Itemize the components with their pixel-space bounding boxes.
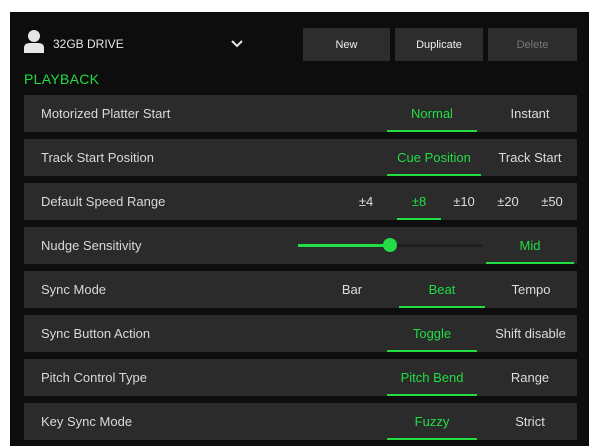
drive-name: 32GB DRIVE bbox=[53, 37, 124, 51]
slider-thumb[interactable] bbox=[383, 238, 397, 252]
header-bar: 32GB DRIVE New Duplicate Delete bbox=[10, 12, 589, 66]
option-tempo[interactable]: Tempo bbox=[488, 271, 574, 308]
setting-row-motorized-platter-start: Motorized Platter Start Normal Instant bbox=[24, 95, 577, 132]
new-button[interactable]: New bbox=[303, 28, 390, 61]
setting-label: Key Sync Mode bbox=[41, 414, 133, 429]
option-strict[interactable]: Strict bbox=[486, 403, 574, 440]
option-cue-position[interactable]: Cue Position bbox=[387, 139, 481, 176]
chevron-down-icon[interactable] bbox=[230, 38, 244, 50]
option-speed-50[interactable]: ±50 bbox=[533, 183, 571, 220]
app-window: 32GB DRIVE New Duplicate Delete PLAYBACK… bbox=[10, 12, 589, 446]
setting-label: Nudge Sensitivity bbox=[41, 238, 142, 253]
option-bar[interactable]: Bar bbox=[310, 271, 394, 308]
option-fuzzy[interactable]: Fuzzy bbox=[387, 403, 477, 440]
option-shift-disable[interactable]: Shift disable bbox=[484, 315, 577, 352]
setting-label: Sync Button Action bbox=[41, 326, 151, 341]
option-beat[interactable]: Beat bbox=[399, 271, 485, 308]
setting-row-default-speed-range: Default Speed Range ±4 ±8 ±10 ±20 ±50 bbox=[24, 183, 577, 220]
setting-label: Sync Mode bbox=[41, 282, 107, 297]
delete-button[interactable]: Delete bbox=[488, 28, 577, 61]
setting-label: Pitch Control Type bbox=[41, 370, 147, 385]
option-toggle[interactable]: Toggle bbox=[387, 315, 477, 352]
setting-row-nudge-sensitivity: Nudge Sensitivity Mid bbox=[24, 227, 577, 264]
setting-row-key-sync-mode: Key Sync Mode Fuzzy Strict bbox=[24, 403, 577, 440]
setting-row-sync-button-action: Sync Button Action Toggle Shift disable bbox=[24, 315, 577, 352]
option-normal[interactable]: Normal bbox=[387, 95, 477, 132]
user-icon bbox=[23, 29, 45, 53]
setting-row-pitch-control-type: Pitch Control Type Pitch Bend Range bbox=[24, 359, 577, 396]
setting-label: Track Start Position bbox=[41, 150, 154, 165]
option-pitch-bend[interactable]: Pitch Bend bbox=[387, 359, 477, 396]
option-speed-20[interactable]: ±20 bbox=[489, 183, 527, 220]
slider-fill bbox=[298, 244, 390, 247]
option-instant[interactable]: Instant bbox=[486, 95, 574, 132]
section-title: PLAYBACK bbox=[24, 71, 100, 87]
option-speed-10[interactable]: ±10 bbox=[445, 183, 483, 220]
option-speed-8[interactable]: ±8 bbox=[397, 183, 441, 220]
option-range[interactable]: Range bbox=[486, 359, 574, 396]
setting-row-sync-mode: Sync Mode Bar Beat Tempo bbox=[24, 271, 577, 308]
option-speed-4[interactable]: ±4 bbox=[352, 183, 380, 220]
option-track-start[interactable]: Track Start bbox=[484, 139, 576, 176]
setting-label: Motorized Platter Start bbox=[41, 106, 171, 121]
setting-label: Default Speed Range bbox=[41, 194, 166, 209]
nudge-value-mid[interactable]: Mid bbox=[486, 227, 574, 264]
duplicate-button[interactable]: Duplicate bbox=[395, 28, 483, 61]
setting-row-track-start-position: Track Start Position Cue Position Track … bbox=[24, 139, 577, 176]
